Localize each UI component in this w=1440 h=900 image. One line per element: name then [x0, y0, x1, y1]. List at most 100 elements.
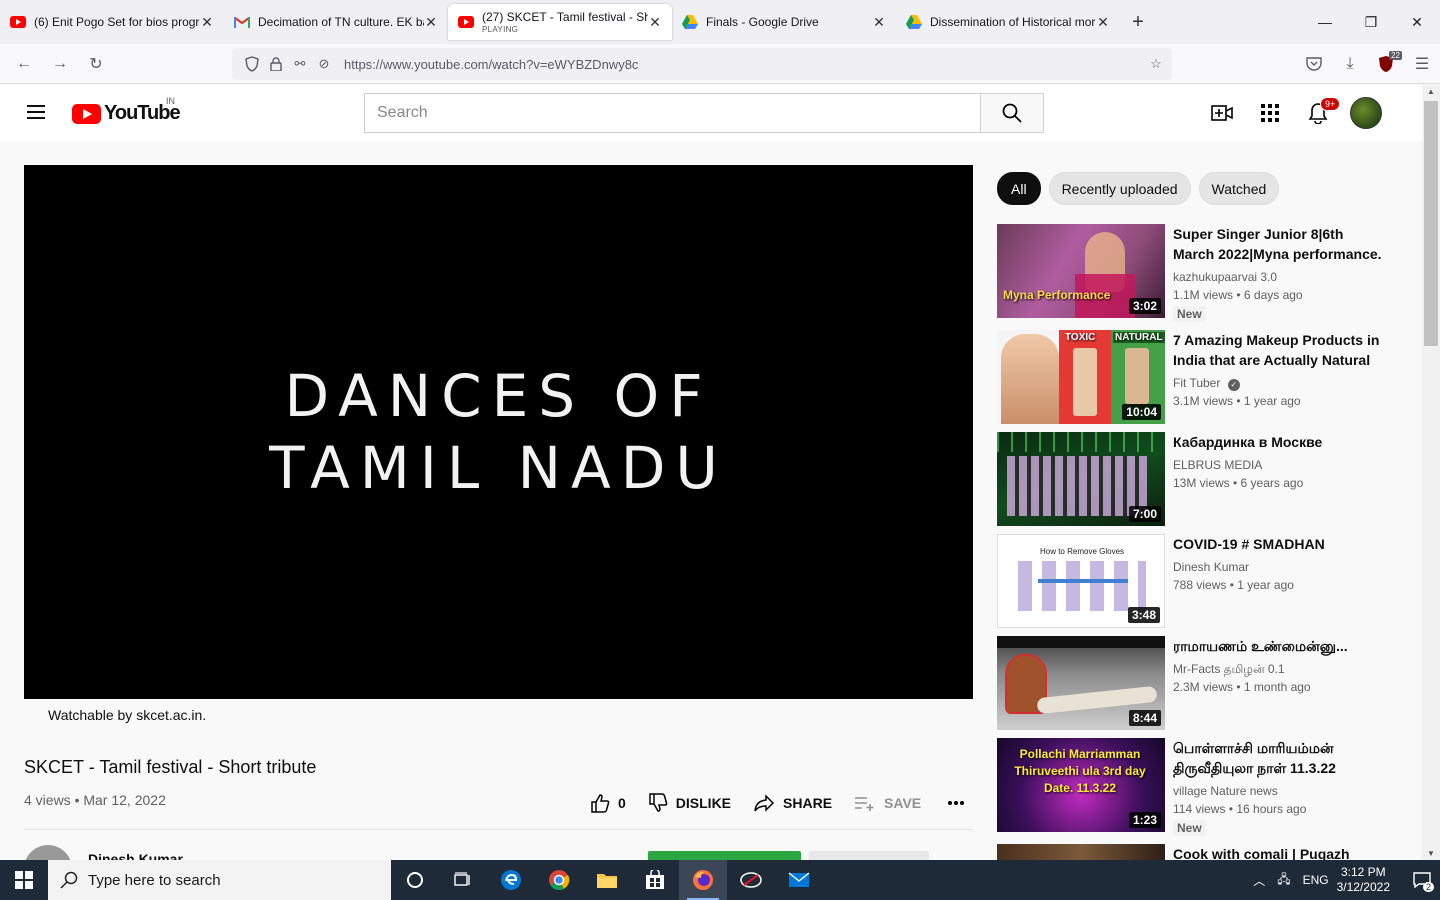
recommendation-channel[interactable]: kazhukupaarvai 3.0	[1173, 268, 1388, 286]
video-player[interactable]: DANCES OF TAMIL NADU	[24, 165, 973, 699]
scroll-down-icon[interactable]: ▼	[1427, 849, 1435, 858]
snipping-tool-icon[interactable]	[727, 860, 775, 900]
search-input[interactable]: Search	[364, 93, 981, 133]
language-indicator[interactable]: ENG	[1303, 873, 1329, 887]
close-window-icon[interactable]: ✕	[1394, 0, 1440, 44]
like-button[interactable]: 0	[590, 793, 626, 813]
search-button[interactable]	[980, 93, 1044, 133]
notifications-bell-icon[interactable]: 9+	[1302, 95, 1341, 131]
recommendation-channel[interactable]: Fit Tuber	[1173, 376, 1220, 390]
thumbnail-caption: Pollachi Marriamman Thiruveethi ula 3rd …	[1014, 747, 1146, 795]
file-explorer-icon[interactable]	[583, 860, 631, 900]
back-arrow-icon[interactable]: ←	[6, 48, 42, 80]
lock-icon[interactable]	[264, 52, 288, 76]
task-view-icon[interactable]	[439, 860, 487, 900]
close-tab-icon[interactable]: ✕	[648, 14, 662, 31]
video-thumbnail[interactable]: 8:44	[997, 636, 1165, 730]
close-tab-icon[interactable]: ✕	[1096, 14, 1110, 31]
user-avatar[interactable]	[1350, 97, 1382, 129]
recommendation-title[interactable]: Кабардинка в Москве	[1173, 432, 1388, 452]
share-button[interactable]: SHARE	[753, 794, 832, 812]
create-video-icon[interactable]	[1206, 95, 1238, 131]
video-thumbnail[interactable]	[997, 844, 1165, 860]
chip-watched[interactable]: Watched	[1198, 172, 1280, 205]
recommendation-title[interactable]: ராமாயணம் உண்மைன்னு...	[1173, 636, 1388, 656]
firefox-icon[interactable]	[679, 860, 727, 900]
network-icon[interactable]: 🖧	[1277, 870, 1290, 891]
recommendation-title[interactable]: Cook with comali | Pugazh	[1173, 844, 1388, 860]
video-thumbnail[interactable]: Pollachi Marriamman Thiruveethi ula 3rd …	[997, 738, 1165, 832]
recommendation-title[interactable]: பொள்ளாச்சி மாரியம்மன் திருவீதியுலா நாள் …	[1173, 738, 1388, 778]
forward-arrow-icon[interactable]: →	[42, 48, 78, 80]
video-thumbnail[interactable]: TOXIC NATURAL 10:04	[997, 330, 1165, 424]
pocket-icon[interactable]	[1296, 48, 1332, 80]
bookmark-star-icon[interactable]: ☆	[1144, 52, 1168, 76]
channel-name[interactable]: Dinesh Kumar	[88, 851, 183, 860]
recommendation-channel[interactable]: Dinesh Kumar	[1173, 558, 1388, 576]
scroll-up-icon[interactable]: ▲	[1427, 87, 1435, 96]
more-actions-icon[interactable]	[947, 800, 973, 806]
recommendation-channel[interactable]: ELBRUS MEDIA	[1173, 456, 1388, 474]
youtube-logo[interactable]: YouTube IN	[72, 96, 181, 125]
reload-icon[interactable]: ↻	[78, 48, 114, 80]
join-button[interactable]	[648, 851, 801, 860]
recommendation-title[interactable]: 7 Amazing Makeup Products in India that …	[1173, 330, 1388, 370]
channel-avatar[interactable]	[24, 845, 72, 860]
recommendation-item[interactable]: 7:00 Кабардинка в Москве ELBRUS MEDIA 13…	[997, 432, 1397, 526]
close-tab-icon[interactable]: ✕	[424, 14, 438, 31]
close-tab-icon[interactable]: ✕	[872, 14, 886, 31]
menu-icon[interactable]: ☰	[1404, 48, 1440, 80]
recommendation-title[interactable]: COVID-19 # SMADHAN	[1173, 534, 1388, 554]
recommendation-item[interactable]: Cook with comali | Pugazh	[997, 844, 1397, 860]
store-icon[interactable]	[631, 860, 679, 900]
url-bar[interactable]: ⚯ ⊘ https://www.youtube.com/watch?v=eWYB…	[232, 48, 1172, 80]
video-thumbnail[interactable]: How to Remove Gloves 3:48	[997, 534, 1165, 628]
close-tab-icon[interactable]: ✕	[200, 14, 214, 31]
chrome-icon[interactable]	[535, 860, 583, 900]
recommendation-channel[interactable]: Mr-Facts தமிழன் 0.1	[1173, 660, 1388, 678]
ublock-extension-icon[interactable]: 22	[1368, 48, 1404, 80]
subscribe-button[interactable]	[809, 851, 929, 860]
media-blocked-icon[interactable]: ⊘	[312, 52, 336, 76]
download-icon[interactable]: ⤓	[1332, 48, 1368, 80]
video-thumbnail[interactable]: 7:00	[997, 432, 1165, 526]
apps-grid-icon[interactable]	[1254, 95, 1286, 131]
browser-tab[interactable]: Finals - Google Drive ✕	[672, 0, 896, 44]
recommendation-item[interactable]: TOXIC NATURAL 10:04 7 Amazing Makeup Pro…	[997, 330, 1397, 424]
recommendation-item[interactable]: How to Remove Gloves 3:48 COVID-19 # SMA…	[997, 534, 1397, 628]
hamburger-menu-icon[interactable]	[24, 101, 48, 125]
browser-tab[interactable]: Decimation of TN culture. EK ba ✕	[224, 0, 448, 44]
recommendation-item[interactable]: 8:44 ராமாயணம் உண்மைன்னு... Mr-Facts தமிழ…	[997, 636, 1397, 730]
cortana-icon[interactable]	[391, 860, 439, 900]
tray-chevron-icon[interactable]: ︿	[1253, 872, 1265, 889]
chip-all[interactable]: All	[997, 172, 1041, 205]
save-button[interactable]: SAVE	[854, 795, 921, 811]
action-center-icon[interactable]: 2	[1404, 860, 1440, 900]
recommendation-title[interactable]: Super Singer Junior 8|6th March 2022|Myn…	[1173, 224, 1388, 264]
new-tab-button[interactable]: +	[1120, 0, 1156, 44]
maximize-icon[interactable]: ❐	[1348, 0, 1394, 44]
dislike-button[interactable]: DISLIKE	[648, 793, 731, 813]
recommendation-stats: 13M views • 6 years ago	[1173, 476, 1304, 490]
clock[interactable]: 3:12 PM 3/12/2022	[1337, 865, 1390, 895]
mail-icon[interactable]	[775, 860, 823, 900]
browser-nav-bar: ← → ↻ ⚯ ⊘ https://www.youtube.com/watch?…	[0, 44, 1440, 84]
shield-icon[interactable]	[240, 52, 264, 76]
windows-taskbar: Type here to search ︿ 🖧 ENG 3:12 PM 3/12…	[0, 860, 1440, 900]
url-text[interactable]: https://www.youtube.com/watch?v=eWYBZDnw…	[344, 57, 1144, 72]
video-thumbnail[interactable]: Myna Performance 3:02	[997, 224, 1165, 318]
page-scrollbar[interactable]: ▲ ▼	[1422, 85, 1440, 860]
recommendation-channel[interactable]: village Nature news	[1173, 782, 1388, 800]
windows-start-icon[interactable]	[0, 860, 48, 900]
minimize-icon[interactable]: —	[1302, 0, 1348, 44]
scrollbar-thumb[interactable]	[1424, 101, 1438, 346]
recommendation-item[interactable]: Pollachi Marriamman Thiruveethi ula 3rd …	[997, 738, 1397, 836]
recommendation-item[interactable]: Myna Performance 3:02 Super Singer Junio…	[997, 224, 1397, 322]
browser-tab-active[interactable]: (27) SKCET - Tamil festival - Shor PLAYI…	[448, 4, 672, 40]
chip-recently-uploaded[interactable]: Recently uploaded	[1048, 172, 1191, 205]
browser-tab[interactable]: Dissemination of Historical mor ✕	[896, 0, 1120, 44]
taskbar-search-input[interactable]: Type here to search	[48, 860, 391, 900]
permissions-icon[interactable]: ⚯	[288, 52, 312, 76]
browser-tab[interactable]: (6) Enit Pogo Set for bios progra ✕	[0, 0, 224, 44]
edge-icon[interactable]	[487, 860, 535, 900]
